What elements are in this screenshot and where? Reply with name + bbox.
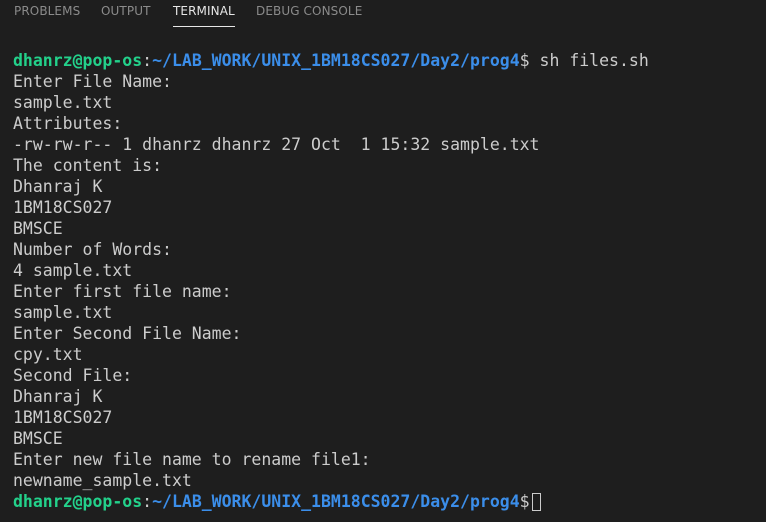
- terminal-content[interactable]: dhanrz@pop-os:~/LAB_WORK/UNIX_1BM18CS027…: [13, 50, 763, 512]
- tab-problems[interactable]: PROBLEMS: [14, 4, 80, 18]
- output-line: Enter Second File Name:: [13, 324, 242, 343]
- prompt-separator: :: [142, 492, 153, 511]
- output-line: 4 sample.txt: [13, 261, 133, 280]
- output-line: BMSCE: [13, 219, 63, 238]
- prompt-dollar: $: [519, 51, 530, 70]
- prompt-user: dhanrz@pop-os: [13, 51, 143, 70]
- output-line: BMSCE: [13, 429, 63, 448]
- tab-terminal-label: TERMINAL: [173, 4, 235, 18]
- prompt-user: dhanrz@pop-os: [13, 492, 143, 511]
- active-tab-indicator: [173, 26, 235, 27]
- output-line: sample.txt: [13, 303, 113, 322]
- prompt-path: ~/LAB_WORK/UNIX_1BM18CS027/Day2/prog4: [152, 492, 520, 511]
- command-line: dhanrz@pop-os:~/LAB_WORK/UNIX_1BM18CS027…: [13, 50, 763, 71]
- output-line: Dhanraj K: [13, 177, 103, 196]
- output-line: Enter new file name to rename file1:: [13, 450, 371, 469]
- output-line: newname_sample.txt: [13, 471, 192, 490]
- tab-output[interactable]: OUTPUT: [101, 4, 151, 18]
- output-line: Enter first file name:: [13, 282, 232, 301]
- prompt-path: ~/LAB_WORK/UNIX_1BM18CS027/Day2/prog4: [152, 51, 520, 70]
- tab-debug-console[interactable]: DEBUG CONSOLE: [256, 4, 362, 18]
- output-line: cpy.txt: [13, 345, 83, 364]
- output-line: Attributes:: [13, 114, 123, 133]
- terminal-cursor[interactable]: [531, 493, 541, 511]
- prompt-separator: :: [142, 51, 153, 70]
- output-line: 1BM18CS027: [13, 408, 113, 427]
- output-line: Enter File Name:: [13, 72, 172, 91]
- output-line: Number of Words:: [13, 240, 172, 259]
- command-text: sh files.sh: [529, 51, 649, 70]
- output-line: -rw-rw-r-- 1 dhanrz dhanrz 27 Oct 1 15:3…: [13, 135, 540, 154]
- output-line: sample.txt: [13, 93, 113, 112]
- output-line: Dhanraj K: [13, 387, 103, 406]
- prompt-dollar: $: [519, 492, 530, 511]
- output-line: 1BM18CS027: [13, 198, 113, 217]
- tab-terminal[interactable]: TERMINAL: [173, 4, 235, 27]
- output-line: Second File:: [13, 366, 133, 385]
- panel-tab-bar: PROBLEMS OUTPUT TERMINAL DEBUG CONSOLE: [0, 0, 766, 30]
- prompt-line: dhanrz@pop-os:~/LAB_WORK/UNIX_1BM18CS027…: [13, 491, 763, 512]
- output-line: The content is:: [13, 156, 163, 175]
